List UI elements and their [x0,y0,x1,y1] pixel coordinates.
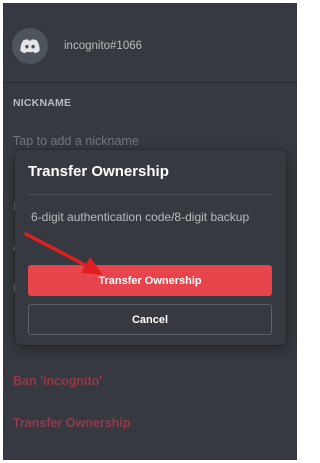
transfer-ownership-dialog: Transfer Ownership 6-digit authenticatio… [15,150,286,345]
transfer-ownership-action[interactable]: Transfer Ownership [13,416,130,430]
dialog-title: Transfer Ownership [28,163,169,180]
nickname-input[interactable]: Tap to add a nickname [13,134,139,148]
avatar [12,28,48,64]
username: incognito#1066 [64,40,143,52]
cancel-button[interactable]: Cancel [28,304,272,335]
screen: incognito#1066 NICKNAME Tap to add a nic… [3,3,297,460]
auth-code-input[interactable]: 6-digit authentication code/8-digit back… [31,210,286,224]
divider [3,82,297,83]
nickname-heading: NICKNAME [13,97,72,109]
dialog-divider [28,194,273,195]
ban-member-action[interactable]: Ban 'incognito' [13,374,102,388]
user-header: incognito#1066 [12,26,142,66]
transfer-ownership-button[interactable]: Transfer Ownership [28,265,272,296]
discord-logo-icon [20,39,40,54]
